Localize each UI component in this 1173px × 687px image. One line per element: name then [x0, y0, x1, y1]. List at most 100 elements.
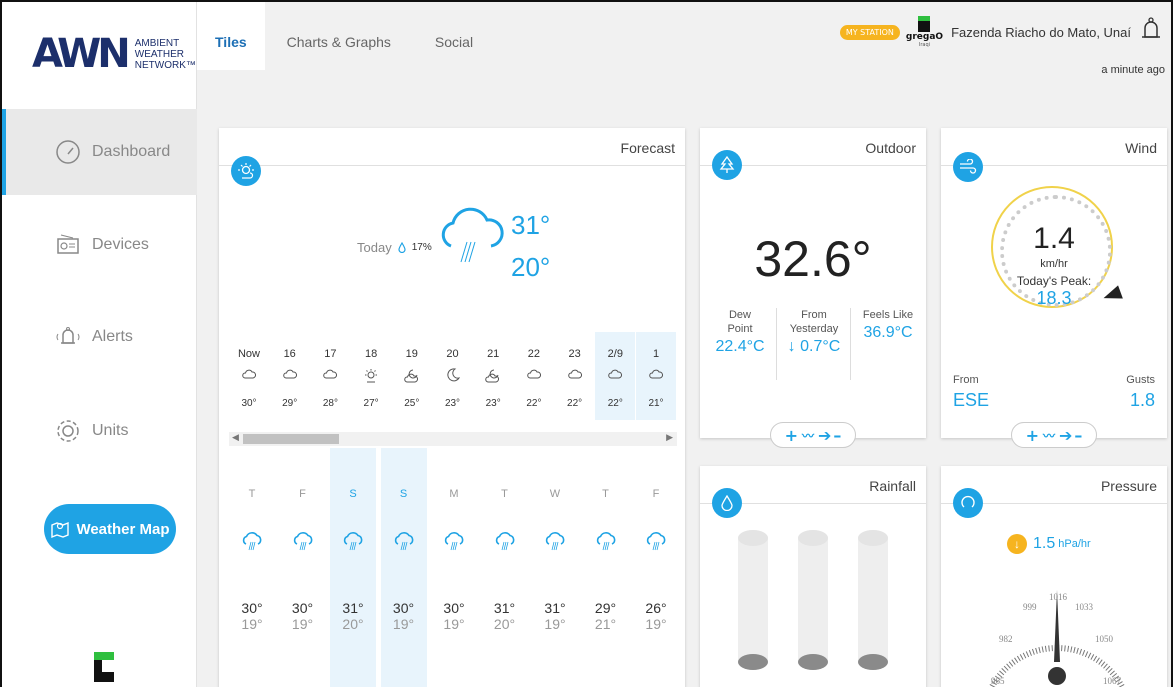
- hour-temp: 28°: [322, 398, 338, 409]
- dew-label: Point: [727, 323, 753, 335]
- hour-label: 23: [568, 348, 581, 360]
- scrollbar-thumb[interactable]: [243, 434, 339, 444]
- awn-logo[interactable]: AWN AMBIENT WEATHER NETWORK™: [32, 34, 196, 74]
- tab-bar: Tiles Charts & Graphs Social: [197, 2, 495, 70]
- day-high: 30°: [241, 600, 263, 616]
- daily-forecast-item[interactable]: T 29° 21°: [583, 448, 629, 687]
- sidebar-item-dashboard[interactable]: Dashboard: [2, 109, 197, 195]
- peak-value: 18.3: [1036, 288, 1072, 308]
- scroll-right-arrow-icon[interactable]: ▶: [666, 433, 673, 443]
- station-selector[interactable]: MY STATION gregaO Iraqi Fazenda Riacho d…: [839, 16, 1161, 48]
- hourly-forecast-item: 2/9 22°: [595, 332, 636, 420]
- sidebar-item-alerts[interactable]: Alerts: [2, 294, 197, 380]
- forecast-high: 31°: [511, 210, 551, 240]
- sidebar-item-units[interactable]: Units: [2, 388, 197, 474]
- share-arrow-icon[interactable]: ➔: [1059, 426, 1072, 445]
- station-brand: gregaO Iraqi: [906, 16, 943, 48]
- raindrop-icon: [712, 488, 742, 518]
- last-updated: a minute ago: [1101, 64, 1165, 76]
- sidebar-item-label: Dashboard: [92, 143, 171, 160]
- day-high: 31°: [342, 600, 364, 616]
- droplet-icon: [398, 242, 406, 253]
- cloud-icon: [555, 368, 595, 380]
- logo-text: AMBIENT WEATHER NETWORK™: [135, 38, 196, 71]
- daily-forecast-item[interactable]: W 31° 19°: [532, 448, 578, 687]
- day-label: T: [248, 488, 256, 500]
- gauge-icon: [54, 138, 82, 166]
- day-label: F: [652, 488, 660, 500]
- rain-cloud-icon: [381, 530, 427, 552]
- today-summary: Today 17%: [357, 240, 432, 255]
- tab-tiles[interactable]: Tiles: [197, 2, 265, 70]
- hour-temp: 23°: [444, 398, 461, 409]
- sidebar-item-devices[interactable]: Devices: [2, 202, 197, 288]
- hourly-forecast[interactable]: Now 30° 16 29° 17 28° 18 27° 19 25° 20 23° 21 23° 22 22…: [229, 332, 677, 420]
- hour-label: 16: [283, 348, 296, 360]
- expand-plus-icon[interactable]: +: [1026, 426, 1039, 445]
- wind-from-label: From: [953, 374, 979, 386]
- bell-icon: [54, 323, 82, 351]
- day-label: M: [449, 488, 459, 500]
- day-low: 19°: [392, 616, 415, 632]
- hourly-forecast-item: 19 25°: [392, 332, 432, 420]
- daily-forecast-item[interactable]: M 30° 19°: [431, 448, 477, 687]
- notification-bell-icon[interactable]: [1141, 17, 1161, 47]
- hourly-forecast-item: 16 29°: [270, 332, 310, 420]
- expand-plus-icon[interactable]: +: [785, 426, 798, 445]
- collapse-minus-icon[interactable]: –: [1074, 426, 1082, 445]
- chart-icon[interactable]: 〰: [802, 427, 814, 444]
- share-arrow-icon[interactable]: ➔: [818, 426, 831, 445]
- day-high: 30°: [291, 600, 314, 616]
- daily-forecast-item[interactable]: F 30° 19°: [280, 448, 326, 687]
- tab-social[interactable]: Social: [413, 2, 495, 70]
- hour-temp: 27°: [363, 398, 379, 409]
- sidebar: AWN AMBIENT WEATHER NETWORK™ Dashboard D…: [2, 2, 197, 687]
- hourly-scrollbar[interactable]: ◀ ▶: [229, 432, 677, 446]
- day-high: 29°: [594, 600, 617, 616]
- sun-icon: [351, 368, 391, 384]
- day-low: 19°: [544, 616, 566, 632]
- wind-speed: 1.4: [1033, 222, 1075, 255]
- hour-temp: 22°: [526, 398, 542, 409]
- hour-label: 18: [364, 348, 378, 360]
- rain-cloud-icon: [431, 530, 477, 552]
- weather-map-button[interactable]: Weather Map: [44, 504, 176, 554]
- collapse-minus-icon[interactable]: –: [833, 426, 841, 445]
- daily-forecast-item[interactable]: F 26° 19°: [633, 448, 679, 687]
- hour-label: 22: [527, 348, 541, 360]
- hour-label: 2/9: [607, 348, 623, 360]
- daily-forecast: T 30° 19° F 30° 19° S 31° 20° S 30° 19° M 30° 19° T 31° 2…: [229, 448, 677, 687]
- wind-unit: km/hr: [1040, 258, 1068, 270]
- map-icon: [50, 519, 70, 539]
- gear-icon: [54, 417, 82, 445]
- rain-cloud-icon: [482, 530, 528, 552]
- pressure-card: Pressure ↓ 1.5 hPa/hr 965 982 999 1016 1…: [941, 466, 1167, 687]
- hour-label: 1: [652, 348, 660, 360]
- tab-charts-graphs[interactable]: Charts & Graphs: [265, 2, 413, 70]
- chart-icon[interactable]: 〰: [1043, 427, 1055, 444]
- rain-cloud-icon: [633, 530, 679, 552]
- forecast-card: Forecast Today 17% 31° 20° Now 30° 16 29° 17…: [219, 128, 685, 687]
- down-arrow-icon: ↓: [1007, 534, 1027, 554]
- daily-forecast-item[interactable]: S 30° 19°: [380, 448, 427, 687]
- daily-forecast-item[interactable]: S 31° 20°: [330, 448, 376, 687]
- day-label: T: [602, 488, 609, 500]
- wind-tile-controls[interactable]: + 〰 ➔ –: [1011, 422, 1097, 448]
- hour-temp: 21°: [648, 398, 664, 409]
- dew-label: Dew: [728, 309, 751, 321]
- gauge-label: 982: [999, 634, 1013, 644]
- rain-cloud-icon: [437, 206, 505, 270]
- brand-logo-icon: [918, 16, 931, 32]
- daily-forecast-item[interactable]: T 30° 19°: [229, 448, 275, 687]
- cloud-icon: [595, 368, 635, 380]
- outdoor-tile-controls[interactable]: + 〰 ➔ –: [770, 422, 856, 448]
- gauge-label: 1033: [1075, 602, 1093, 612]
- logo-line: NETWORK™: [134, 59, 196, 71]
- dashboard-tiles: Forecast Today 17% 31° 20° Now 30° 16 29° 17…: [197, 80, 1171, 687]
- daily-forecast-item[interactable]: T 31° 20°: [482, 448, 528, 687]
- day-high: 26°: [645, 600, 667, 616]
- scroll-left-arrow-icon[interactable]: ◀: [232, 433, 239, 443]
- sidebar-item-label: Devices: [92, 236, 149, 253]
- gauge-label: 965: [991, 676, 1005, 686]
- pressure-rate: ↓ 1.5 hPa/hr: [1007, 534, 1091, 554]
